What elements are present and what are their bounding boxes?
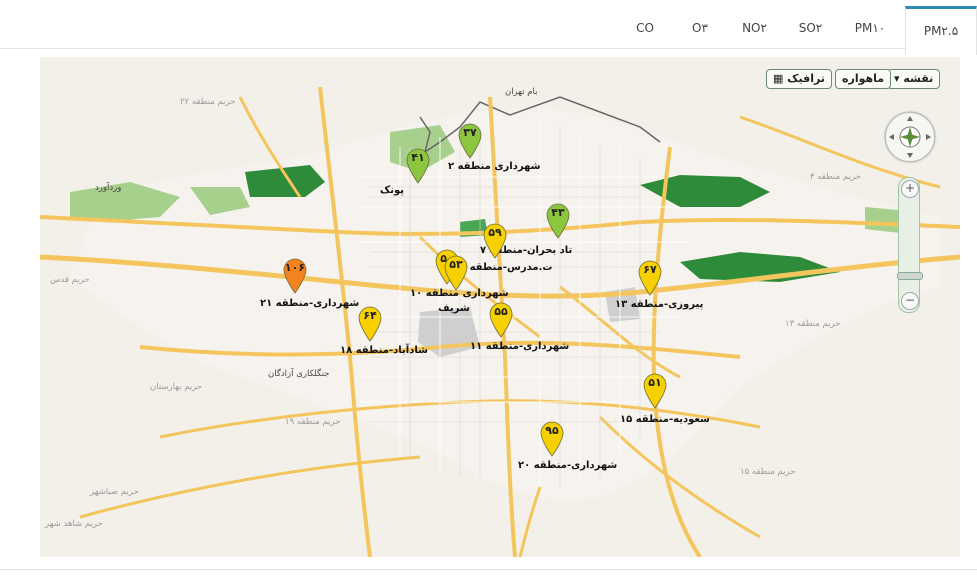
district-label: حریم شاهد شهر: [45, 519, 103, 529]
place-label: جنگلکاری آزادگان: [268, 369, 330, 379]
tab-o3[interactable]: O۳: [675, 0, 725, 48]
station-value: ۹۵: [545, 424, 559, 437]
map-type-button[interactable]: ▾ نقشه: [887, 69, 941, 89]
district-label: حریم منطقه ۱۹: [285, 417, 341, 427]
station-name: ت.مدرس-منطقه ۶: [460, 262, 553, 273]
tab-pm10[interactable]: PM۱۰: [840, 0, 900, 48]
station-value: ۴۱: [411, 151, 425, 164]
station-name: پونک: [380, 185, 405, 196]
station-marker[interactable]: ۱۰۶: [283, 258, 307, 294]
district-label: حریم بهارستان: [150, 382, 203, 392]
station-name: شهرداری-منطقه ۱۱: [470, 341, 570, 352]
zoom-out-button[interactable]: −: [901, 292, 919, 310]
traffic-label: ترافیک: [787, 72, 825, 85]
station-marker[interactable]: ۵۳: [444, 255, 468, 291]
station-value: ۴۳: [551, 206, 565, 219]
traffic-button[interactable]: ▦ ترافیک: [766, 69, 832, 89]
zoom-slider[interactable]: + −: [897, 177, 923, 313]
pan-control[interactable]: [885, 112, 935, 162]
station-value: ۵۹: [488, 226, 502, 239]
place-label: بام تهران: [505, 87, 538, 97]
station-value: ۵۱: [648, 376, 662, 389]
satellite-button[interactable]: ماهواره: [835, 69, 892, 89]
station-value: ۱۰۶: [284, 261, 306, 274]
station-marker[interactable]: ۵۹: [483, 223, 507, 259]
station-name: پیروزی-منطقه ۱۳: [615, 299, 704, 310]
tab-so2[interactable]: SO۲: [783, 0, 838, 48]
station-marker[interactable]: ۵۱: [643, 373, 667, 409]
tab-pm25[interactable]: PM۲.۵: [905, 6, 977, 55]
station-name: شهرداری منطقه ۲: [448, 161, 541, 172]
station-marker[interactable]: ۹۵: [540, 421, 564, 457]
compass-icon: [889, 116, 931, 158]
station-marker[interactable]: ۳۷: [458, 123, 482, 159]
station-name: شهرداری-منطقه ۲۰: [518, 460, 618, 471]
station-name: شادآباد-منطقه ۱۸: [340, 345, 428, 356]
station-marker[interactable]: ۶۷: [638, 260, 662, 296]
station-name: سعودیه-منطقه ۱۵: [620, 414, 710, 425]
station-value: ۶۷: [643, 263, 657, 276]
station-value: ۵۳: [449, 258, 463, 271]
station-name: شریف: [438, 303, 470, 314]
station-marker[interactable]: ۵۵: [489, 302, 513, 338]
place-label: وردآورد: [95, 183, 122, 193]
pollutant-tabs: PM۲.۵ PM۱۰ SO۲ NO۲ O۳ CO: [0, 0, 977, 55]
traffic-icon: ▦: [773, 72, 788, 85]
station-marker[interactable]: ۴۱: [406, 148, 430, 184]
station-value: ۵۵: [494, 305, 508, 318]
station-marker[interactable]: ۶۴: [358, 306, 382, 342]
zoom-handle[interactable]: [897, 272, 923, 280]
station-value: ۳۷: [463, 126, 477, 139]
district-label: حریم منطقه ۴: [810, 172, 861, 182]
district-label: حریم قدس: [50, 275, 90, 285]
station-name: شهرداری-منطقه ۲۱: [260, 298, 360, 309]
station-marker[interactable]: ۴۳: [546, 203, 570, 239]
bottom-divider: [0, 569, 977, 570]
map-canvas[interactable]: حریم منطقه ۲۲ حریم منطقه ۴ حریم منطقه ۱۳…: [40, 57, 960, 557]
district-label: حریم صباشهر: [90, 487, 139, 497]
station-value: ۶۴: [363, 309, 377, 322]
tab-no2[interactable]: NO۲: [727, 0, 782, 48]
district-label: حریم منطقه ۱۳: [785, 319, 841, 329]
district-label: حریم منطقه ۲۲: [180, 97, 236, 107]
tab-co[interactable]: CO: [620, 0, 670, 48]
district-label: حریم منطقه ۱۵: [740, 467, 796, 477]
zoom-in-button[interactable]: +: [901, 180, 919, 198]
